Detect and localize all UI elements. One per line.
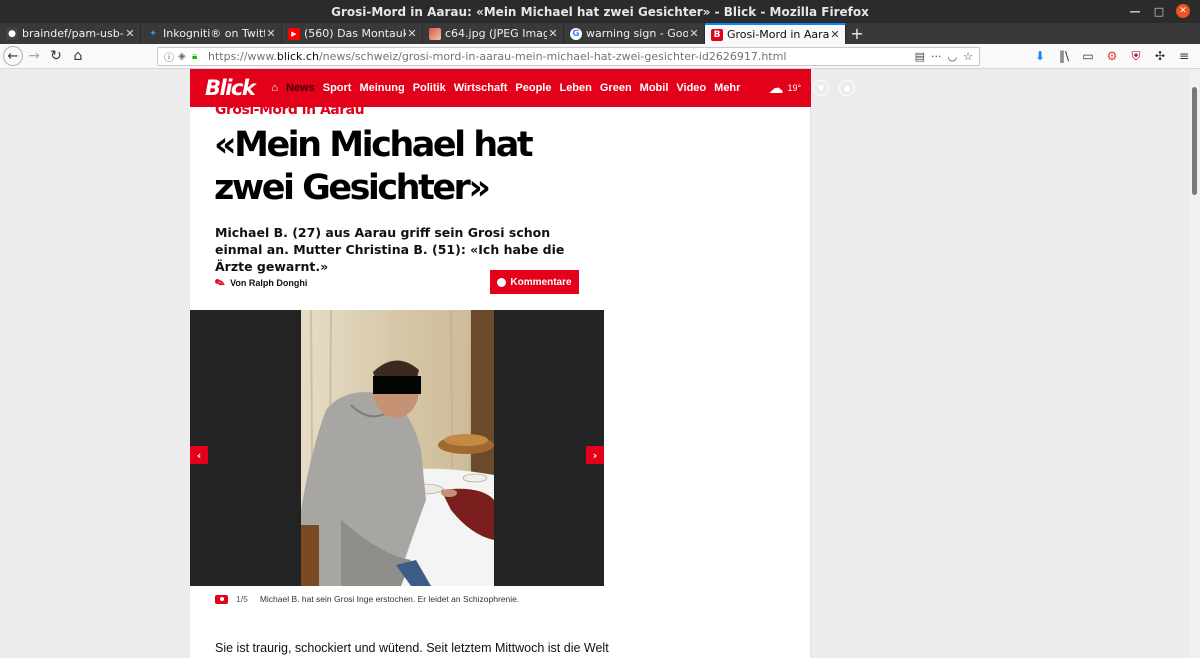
ublock-extension-icon[interactable]: ⛨ xyxy=(1126,46,1146,66)
tab-label: (560) Das Montauk Proje xyxy=(304,27,406,40)
new-tab-icon[interactable]: + xyxy=(846,23,868,44)
tab-blick-active[interactable]: B Grosi-Mord in Aarau: «M ✕ xyxy=(705,23,846,44)
tab-label: c64.jpg (JPEG Image, 100 xyxy=(445,27,547,40)
youtube-favicon-icon: ▶ xyxy=(288,27,300,40)
home-icon[interactable]: ⌂ xyxy=(67,45,89,67)
window-titlebar: Grosi-Mord in Aarau: «Mein Michael hat z… xyxy=(0,0,1200,23)
home-icon[interactable]: ⌂ xyxy=(271,82,278,94)
navigation-toolbar: ← → ↻ ⌂ ⓘ ◈ 🔒︎ https://www.blick.ch/news… xyxy=(0,44,1200,69)
bookmark-star-icon[interactable]: ☆ xyxy=(963,50,973,63)
sidebar-icon[interactable]: ▭ xyxy=(1078,46,1098,66)
weather-cloud-icon: ☁ xyxy=(768,80,784,97)
close-tab-icon[interactable]: ✕ xyxy=(265,27,277,40)
nav-politik[interactable]: Politik xyxy=(413,82,446,94)
tab-strip: ● braindef/pam-usb-serial ✕ ✦ Inkogniti®… xyxy=(0,23,1200,44)
weather-widget[interactable]: ☁ 19° xyxy=(768,79,801,97)
gallery-prev-arrow-icon[interactable]: ‹ xyxy=(190,446,208,464)
image-favicon-icon xyxy=(429,27,441,40)
reader-view-icon[interactable]: ▤ xyxy=(915,50,925,63)
site-header: Blick ⌂ News Sport Meinung Politik Wirts… xyxy=(190,69,856,107)
tab-twitter[interactable]: ✦ Inkogniti® on Twitter: "D ✕ xyxy=(141,23,282,44)
tab-label: Grosi-Mord in Aarau: «M xyxy=(727,28,829,41)
pen-icon: ✎ xyxy=(212,274,228,292)
info-icon[interactable]: ⓘ xyxy=(162,49,176,64)
camera-icon xyxy=(215,594,228,604)
reload-icon[interactable]: ↻ xyxy=(45,45,67,67)
tab-google[interactable]: G warning sign - Google-Su ✕ xyxy=(564,23,705,44)
menu-icon[interactable]: ≡ xyxy=(1174,46,1194,66)
close-tab-icon[interactable]: ✕ xyxy=(829,28,841,41)
article-body-text: Sie ist traurig, schockiert und wütend. … xyxy=(215,641,609,655)
blick-favicon-icon: B xyxy=(711,28,723,41)
minimize-icon[interactable]: — xyxy=(1128,4,1142,18)
pocket-icon[interactable]: ◡ xyxy=(948,50,958,63)
maximize-icon[interactable]: □ xyxy=(1152,4,1166,18)
article-headline: «Mein Michael hat zwei Gesichter» xyxy=(214,125,534,208)
extension-icon[interactable]: ⚙ xyxy=(1102,46,1122,66)
author-byline: ✎ Von Ralph Donghi xyxy=(212,274,308,292)
github-favicon-icon: ● xyxy=(6,27,18,40)
caption-text: Michael B. hat sein Grosi Inge erstochen… xyxy=(259,594,520,604)
back-arrow-icon[interactable]: ← xyxy=(3,46,23,66)
close-window-icon[interactable]: ✕ xyxy=(1176,4,1190,18)
tab-label: braindef/pam-usb-serial xyxy=(22,27,124,40)
nav-people[interactable]: People xyxy=(515,82,551,94)
web-page: Blick ⌂ News Sport Meinung Politik Wirts… xyxy=(0,69,1190,658)
nav-mehr[interactable]: Mehr xyxy=(714,82,740,94)
window-title: Grosi-Mord in Aarau: «Mein Michael hat z… xyxy=(331,4,869,19)
plus-subscription-icon[interactable]: ♥ xyxy=(813,80,830,96)
blick-logo[interactable]: Blick xyxy=(205,76,256,100)
nav-video[interactable]: Video xyxy=(676,82,706,94)
forward-arrow-icon[interactable]: → xyxy=(23,45,45,67)
nav-leben[interactable]: Leben xyxy=(559,82,591,94)
nav-meinung[interactable]: Meinung xyxy=(359,82,404,94)
close-tab-icon[interactable]: ✕ xyxy=(124,27,136,40)
right-sidebar xyxy=(604,69,811,658)
close-tab-icon[interactable]: ✕ xyxy=(688,27,700,40)
url-text[interactable]: https://www.blick.ch/news/schweiz/grosi-… xyxy=(208,50,915,63)
article-lead: Michael B. (27) aus Aarau griff sein Gro… xyxy=(215,225,565,274)
tab-github[interactable]: ● braindef/pam-usb-serial ✕ xyxy=(0,23,141,44)
nav-wirtschaft[interactable]: Wirtschaft xyxy=(454,82,508,94)
page-actions-icon[interactable]: ··· xyxy=(931,50,942,63)
gallery-caption: 1/5 Michael B. hat sein Grosi Inge ersto… xyxy=(215,594,519,604)
library-icon[interactable]: ‖\ xyxy=(1054,46,1074,66)
close-tab-icon[interactable]: ✕ xyxy=(547,27,559,40)
nav-news[interactable]: News xyxy=(286,82,315,94)
site-nav: ⌂ News Sport Meinung Politik Wirtschaft … xyxy=(271,82,748,94)
lock-icon[interactable]: 🔒︎ xyxy=(192,51,204,62)
image-gallery: ‹ › xyxy=(190,310,604,586)
twitter-favicon-icon: ✦ xyxy=(149,28,157,39)
google-favicon-icon: G xyxy=(570,27,582,40)
comment-bubble-icon xyxy=(497,277,507,287)
comments-button-label: Kommentare xyxy=(510,276,572,288)
tab-label: Inkogniti® on Twitter: "D xyxy=(163,27,265,40)
gallery-counter: 1/5 xyxy=(236,594,248,604)
extension-puzzle-icon[interactable]: ✣ xyxy=(1150,46,1170,66)
url-bar[interactable]: ⓘ ◈ 🔒︎ https://www.blick.ch/news/schweiz… xyxy=(157,47,980,66)
comments-button[interactable]: Kommentare xyxy=(490,270,579,294)
page-scrollbar[interactable] xyxy=(1190,69,1200,658)
gallery-next-arrow-icon[interactable]: › xyxy=(586,446,604,464)
shield-icon[interactable]: ◈ xyxy=(178,51,190,62)
temperature: 19° xyxy=(787,83,802,93)
downloads-icon[interactable]: ⬇ xyxy=(1030,46,1050,66)
close-tab-icon[interactable]: ✕ xyxy=(406,27,418,40)
scrollbar-thumb[interactable] xyxy=(1192,87,1197,195)
nav-mobil[interactable]: Mobil xyxy=(640,82,669,94)
author-name: Von Ralph Donghi xyxy=(230,278,308,288)
tab-label: warning sign - Google-Su xyxy=(586,27,688,40)
user-account-icon[interactable]: ● xyxy=(839,80,856,96)
nav-sport[interactable]: Sport xyxy=(323,82,352,94)
tab-youtube[interactable]: ▶ (560) Das Montauk Proje ✕ xyxy=(282,23,423,44)
tab-image[interactable]: c64.jpg (JPEG Image, 100 ✕ xyxy=(423,23,564,44)
gallery-photo[interactable] xyxy=(301,310,494,586)
nav-green[interactable]: Green xyxy=(600,82,632,94)
